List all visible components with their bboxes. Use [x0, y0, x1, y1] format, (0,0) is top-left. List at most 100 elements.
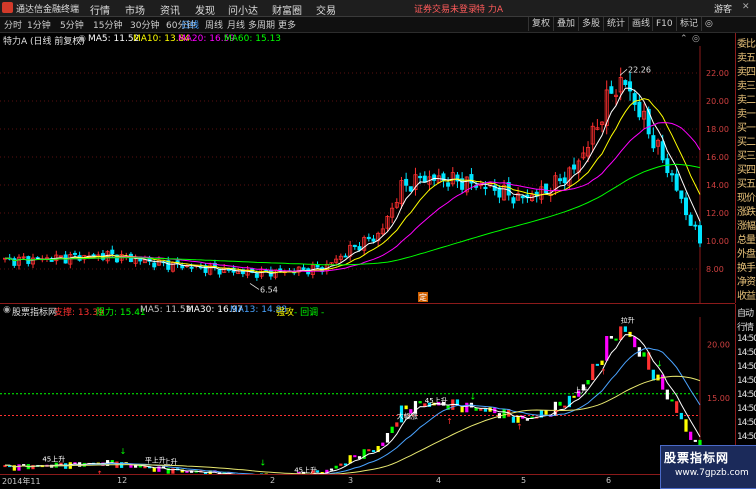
- period-tab-5min[interactable]: 5分钟: [60, 18, 84, 31]
- low-pointer: [250, 283, 259, 289]
- stats-button[interactable]: 统计: [603, 17, 628, 31]
- sell-arrow-icon: ↓: [260, 459, 267, 468]
- tick-time-label: 14:50: [737, 362, 756, 372]
- date-label: 12: [117, 476, 127, 485]
- signal-annotation: 上升: [164, 457, 178, 466]
- candle-body: [544, 184, 547, 193]
- gear-icon[interactable]: ◉: [78, 34, 86, 44]
- signal-bar: [381, 443, 384, 446]
- sub-indicator-chart[interactable]: 20.0015.0010.0045上升平上升上升45上升大幅涨45上升上升拉升↑…: [0, 317, 735, 474]
- draw-button[interactable]: 画线: [628, 17, 653, 31]
- candle-body: [218, 269, 221, 274]
- buy-arrow-icon: ↑: [516, 423, 523, 432]
- signal-bar: [684, 419, 687, 431]
- menu-trade[interactable]: 交易: [316, 2, 336, 17]
- overlay-button[interactable]: 叠加: [553, 17, 578, 31]
- signal-bar: [600, 361, 603, 365]
- candle-body: [190, 267, 193, 268]
- candle-body: [521, 196, 524, 197]
- quote-field-label: 委比: [737, 35, 755, 50]
- period-tab-monthly[interactable]: 月线: [227, 18, 245, 31]
- candle-body: [302, 268, 305, 270]
- period-tab-15min[interactable]: 15分钟: [93, 18, 122, 31]
- quote-field-label: 买五: [737, 175, 755, 190]
- period-tab-30min[interactable]: 30分钟: [130, 18, 159, 31]
- date-label: 2014年11: [2, 476, 41, 487]
- candle-body: [670, 174, 673, 175]
- period-tab-multi[interactable]: 多周期: [248, 18, 275, 31]
- date-label: 3: [348, 476, 353, 485]
- signal-bar: [614, 339, 617, 341]
- signal-bar: [17, 464, 20, 470]
- settings-icon[interactable]: ◎: [701, 17, 716, 31]
- candle-body: [558, 179, 561, 181]
- ma5-label: MA5: 11.52: [88, 34, 139, 44]
- signal-bar: [372, 450, 375, 452]
- multi-stock-button[interactable]: 多股: [578, 17, 603, 31]
- quote-field-label: 卖二: [737, 91, 755, 106]
- menu-wealth[interactable]: 财富圈: [272, 2, 302, 17]
- signal-bar: [395, 422, 398, 426]
- login-notice[interactable]: 证券交易未登录: [414, 2, 477, 15]
- candle-body: [572, 165, 575, 169]
- tick-time-label: 14:50: [737, 418, 756, 428]
- quote-field-label: 换手: [737, 259, 755, 274]
- candle-body: [255, 274, 258, 278]
- menu-market[interactable]: 市场: [125, 2, 145, 17]
- ma60-line: [5, 164, 700, 265]
- date-label: 6: [606, 476, 611, 485]
- settings-small-icon[interactable]: ◎: [692, 34, 700, 44]
- chevron-up-icon[interactable]: ⌃: [680, 34, 688, 44]
- eye-icon[interactable]: ◉: [3, 305, 11, 315]
- menu-news[interactable]: 资讯: [160, 2, 180, 17]
- signal-bar: [526, 419, 529, 421]
- candle-body: [447, 183, 450, 186]
- menu-discover[interactable]: 发现: [195, 2, 215, 17]
- candle-body: [405, 179, 408, 185]
- main-price-chart[interactable]: 22.0020.0018.0016.0014.0012.0010.008.002…: [0, 46, 735, 303]
- ma5-line: [5, 88, 700, 273]
- signal-bar: [391, 427, 394, 433]
- price-tick-label: 8.00: [706, 265, 724, 274]
- f10-button[interactable]: F10: [652, 17, 676, 31]
- signal-bar: [652, 370, 655, 381]
- sub-ma13-line: [5, 348, 700, 474]
- candle-body: [111, 250, 114, 253]
- signal-bar: [689, 432, 692, 440]
- quote-field-label: 收益: [737, 287, 755, 302]
- close-icon[interactable]: ✕: [742, 2, 752, 12]
- signal-bar: [596, 364, 599, 366]
- pane-divider[interactable]: [0, 303, 735, 304]
- candle-body: [409, 187, 412, 192]
- adjust-button[interactable]: 复权: [528, 17, 553, 31]
- signal-bar: [419, 401, 422, 403]
- sub-ma5-label: MA5: 11.52: [140, 305, 191, 315]
- period-tab-intraday[interactable]: 分时: [4, 18, 22, 31]
- sub-tick-label: 20.00: [707, 340, 730, 349]
- signal-bar: [353, 455, 356, 457]
- period-tab-1min[interactable]: 1分钟: [27, 18, 51, 31]
- period-tab-weekly[interactable]: 周线: [205, 18, 223, 31]
- buy-arrow-icon: ↑: [553, 409, 560, 418]
- signal-bar: [619, 326, 622, 340]
- guest-label[interactable]: 游客: [714, 2, 732, 15]
- signal-annotation: 45上升: [425, 396, 448, 405]
- date-label: 5: [521, 476, 526, 485]
- sub-chart-header: ◉ 股票指标网 支撑: 13.39 阻力: 15.41 MA5: 11.52 M…: [0, 305, 735, 317]
- period-tab-daily[interactable]: 日线: [181, 18, 199, 31]
- quote-field-label: 外盘: [737, 245, 755, 260]
- ma60-label: MA60: 15.13: [224, 34, 281, 44]
- quote-field-label: 涨跌: [737, 203, 755, 218]
- signal-bar: [330, 469, 333, 471]
- signal-bar: [666, 390, 669, 400]
- menu-quotes[interactable]: 行情: [90, 2, 110, 17]
- main-chart-header: 特力A (日线 前复权) ◉ MA5: 11.52 MA10: 13.84 MA…: [0, 34, 735, 46]
- mark-button[interactable]: 标记: [676, 17, 701, 31]
- candle-body: [512, 198, 515, 203]
- menu-ask[interactable]: 问小达: [228, 2, 258, 17]
- period-tab-more[interactable]: 更多: [278, 18, 296, 31]
- signal-bar: [633, 337, 636, 347]
- signal-bar: [558, 402, 561, 406]
- price-tick-label: 16.00: [706, 153, 729, 162]
- ma20-line: [5, 123, 700, 272]
